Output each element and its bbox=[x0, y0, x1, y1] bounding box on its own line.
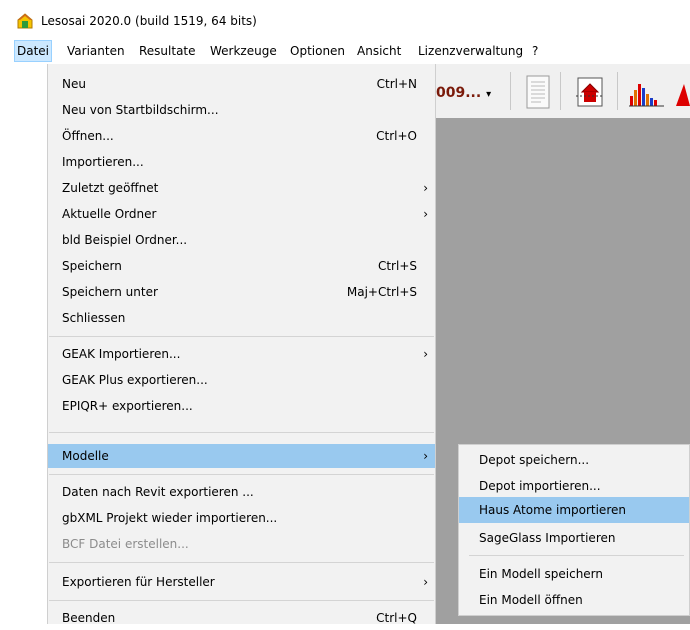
menu-item-bcf-datei: BCF Datei erstellen... bbox=[48, 532, 435, 556]
menu-item-label: Zuletzt geöffnet bbox=[62, 181, 159, 195]
shortcut-label: Maj+Ctrl+S bbox=[346, 285, 417, 299]
file-menu: Neu Ctrl+N Neu von Startbildschirm... Öf… bbox=[47, 64, 436, 625]
menu-lizenzverwaltung[interactable]: Lizenzverwaltung bbox=[416, 41, 525, 61]
menu-item-speichern[interactable]: Speichern Ctrl+S bbox=[48, 254, 435, 278]
menu-item-label: BCF Datei erstellen... bbox=[62, 537, 189, 551]
menu-item-label: gbXML Projekt wieder importieren... bbox=[62, 511, 278, 525]
menu-optionen[interactable]: Optionen bbox=[288, 41, 347, 61]
menu-item-label: Haus Atome importieren bbox=[479, 503, 626, 517]
menu-item-neu-von-startbildschirm[interactable]: Neu von Startbildschirm... bbox=[48, 98, 435, 122]
menu-item-label: Exportieren für Hersteller bbox=[62, 575, 215, 589]
area-chart-icon[interactable] bbox=[676, 78, 690, 108]
menu-item-label: GEAK Importieren... bbox=[62, 347, 181, 361]
chevron-down-icon: ▾ bbox=[486, 89, 492, 100]
menu-item-label: EPIQR+ exportieren... bbox=[62, 399, 193, 413]
submenu-item-depot-speichern[interactable]: Depot speichern... bbox=[459, 447, 689, 473]
menu-item-label: Daten nach Revit exportieren ... bbox=[62, 485, 254, 499]
menu-item-label: Ein Modell öffnen bbox=[479, 593, 583, 607]
report-icon[interactable] bbox=[572, 74, 608, 110]
menu-item-revit-export[interactable]: Daten nach Revit exportieren ... bbox=[48, 480, 435, 504]
toolbar-separator bbox=[510, 72, 511, 110]
menu-item-modelle[interactable]: Modelle › bbox=[48, 444, 435, 468]
menu-item-label: Speichern bbox=[62, 259, 122, 273]
variant-combo-text: 009... bbox=[436, 85, 482, 101]
menu-item-speichern-unter[interactable]: Speichern unter Maj+Ctrl+S bbox=[48, 280, 435, 304]
menu-item-oeffnen[interactable]: Öffnen... Ctrl+O bbox=[48, 124, 435, 148]
menu-item-geak-importieren[interactable]: GEAK Importieren... › bbox=[48, 342, 435, 366]
variant-combo[interactable]: 009... ▾ bbox=[436, 85, 491, 101]
chevron-right-icon: › bbox=[423, 347, 428, 361]
shortcut-label: Ctrl+S bbox=[377, 259, 417, 273]
menu-separator bbox=[49, 562, 434, 563]
submenu-item-sageglass-importieren[interactable]: SageGlass Importieren bbox=[459, 525, 689, 551]
submenu-item-depot-importieren[interactable]: Depot importieren... bbox=[459, 473, 689, 499]
bar-chart-icon[interactable] bbox=[628, 78, 668, 108]
menu-item-label: Aktuelle Ordner bbox=[62, 207, 157, 221]
document-icon[interactable] bbox=[524, 74, 554, 110]
menu-item-label: Ein Modell speichern bbox=[479, 567, 604, 581]
window-title: Lesosai 2020.0 (build 1519, 64 bits) bbox=[41, 14, 257, 28]
chevron-right-icon: › bbox=[423, 181, 428, 195]
toolbar-separator bbox=[560, 72, 561, 110]
menu-separator bbox=[469, 555, 684, 556]
chevron-right-icon: › bbox=[423, 575, 428, 589]
menu-item-neu[interactable]: Neu Ctrl+N bbox=[48, 72, 435, 96]
menu-separator bbox=[49, 474, 434, 475]
submenu-item-ein-modell-oeffnen[interactable]: Ein Modell öffnen bbox=[459, 587, 689, 613]
menu-item-label: Depot speichern... bbox=[479, 453, 590, 467]
menu-resultate[interactable]: Resultate bbox=[137, 41, 198, 61]
menu-item-label: Modelle bbox=[62, 449, 109, 463]
menu-item-label: GEAK Plus exportieren... bbox=[62, 373, 208, 387]
menu-item-geak-plus-exportieren[interactable]: GEAK Plus exportieren... bbox=[48, 368, 435, 392]
menu-item-beenden[interactable]: Beenden Ctrl+Q bbox=[48, 606, 435, 630]
menu-item-label: Neu von Startbildschirm... bbox=[62, 103, 219, 117]
menu-varianten[interactable]: Varianten bbox=[65, 41, 127, 61]
app-icon bbox=[17, 13, 33, 29]
toolbar-separator bbox=[617, 72, 618, 110]
menu-datei[interactable]: Datei bbox=[13, 40, 53, 62]
menu-item-label: SageGlass Importieren bbox=[479, 531, 616, 545]
submenu-item-haus-atome-importieren[interactable]: Haus Atome importieren bbox=[459, 497, 689, 523]
title-bar: Lesosai 2020.0 (build 1519, 64 bits) bbox=[0, 0, 690, 38]
menu-item-schliessen[interactable]: Schliessen bbox=[48, 306, 435, 330]
menu-item-aktuelle-ordner[interactable]: Aktuelle Ordner › bbox=[48, 202, 435, 226]
menu-item-label: Schliessen bbox=[62, 311, 126, 325]
shortcut-label: Ctrl+N bbox=[376, 77, 417, 91]
menu-separator bbox=[49, 336, 434, 337]
menu-separator bbox=[49, 600, 434, 601]
menu-separator bbox=[49, 432, 434, 433]
menu-item-label: bld Beispiel Ordner... bbox=[62, 233, 188, 247]
modelle-submenu: Depot speichern... Depot importieren... … bbox=[458, 444, 690, 616]
menu-item-label: Depot importieren... bbox=[479, 479, 601, 493]
menu-werkzeuge[interactable]: Werkzeuge bbox=[208, 41, 279, 61]
menu-item-label: Neu bbox=[62, 77, 86, 91]
menu-item-label: Beenden bbox=[62, 611, 116, 625]
shortcut-label: Ctrl+Q bbox=[376, 611, 417, 625]
chevron-right-icon: › bbox=[423, 449, 428, 463]
chevron-right-icon: › bbox=[423, 207, 428, 221]
menu-item-bld-beispiel-ordner[interactable]: bld Beispiel Ordner... bbox=[48, 228, 435, 252]
menu-item-exportieren-fuer-hersteller[interactable]: Exportieren für Hersteller › bbox=[48, 570, 435, 594]
shortcut-label: Ctrl+O bbox=[376, 129, 417, 143]
menu-item-zuletzt-geoeffnet[interactable]: Zuletzt geöffnet › bbox=[48, 176, 435, 200]
menu-item-importieren[interactable]: Importieren... bbox=[48, 150, 435, 174]
menu-item-gbxml-import[interactable]: gbXML Projekt wieder importieren... bbox=[48, 506, 435, 530]
menu-help[interactable]: ? bbox=[530, 41, 540, 61]
submenu-item-ein-modell-speichern[interactable]: Ein Modell speichern bbox=[459, 561, 689, 587]
menu-item-label: Öffnen... bbox=[62, 129, 114, 143]
menu-item-label: Importieren... bbox=[62, 155, 144, 169]
menu-item-label: Speichern unter bbox=[62, 285, 158, 299]
menu-bar: Datei Varianten Resultate Werkzeuge Opti… bbox=[0, 38, 690, 64]
menu-item-epiqr-exportieren[interactable]: EPIQR+ exportieren... bbox=[48, 394, 435, 418]
menu-ansicht[interactable]: Ansicht bbox=[355, 41, 403, 61]
